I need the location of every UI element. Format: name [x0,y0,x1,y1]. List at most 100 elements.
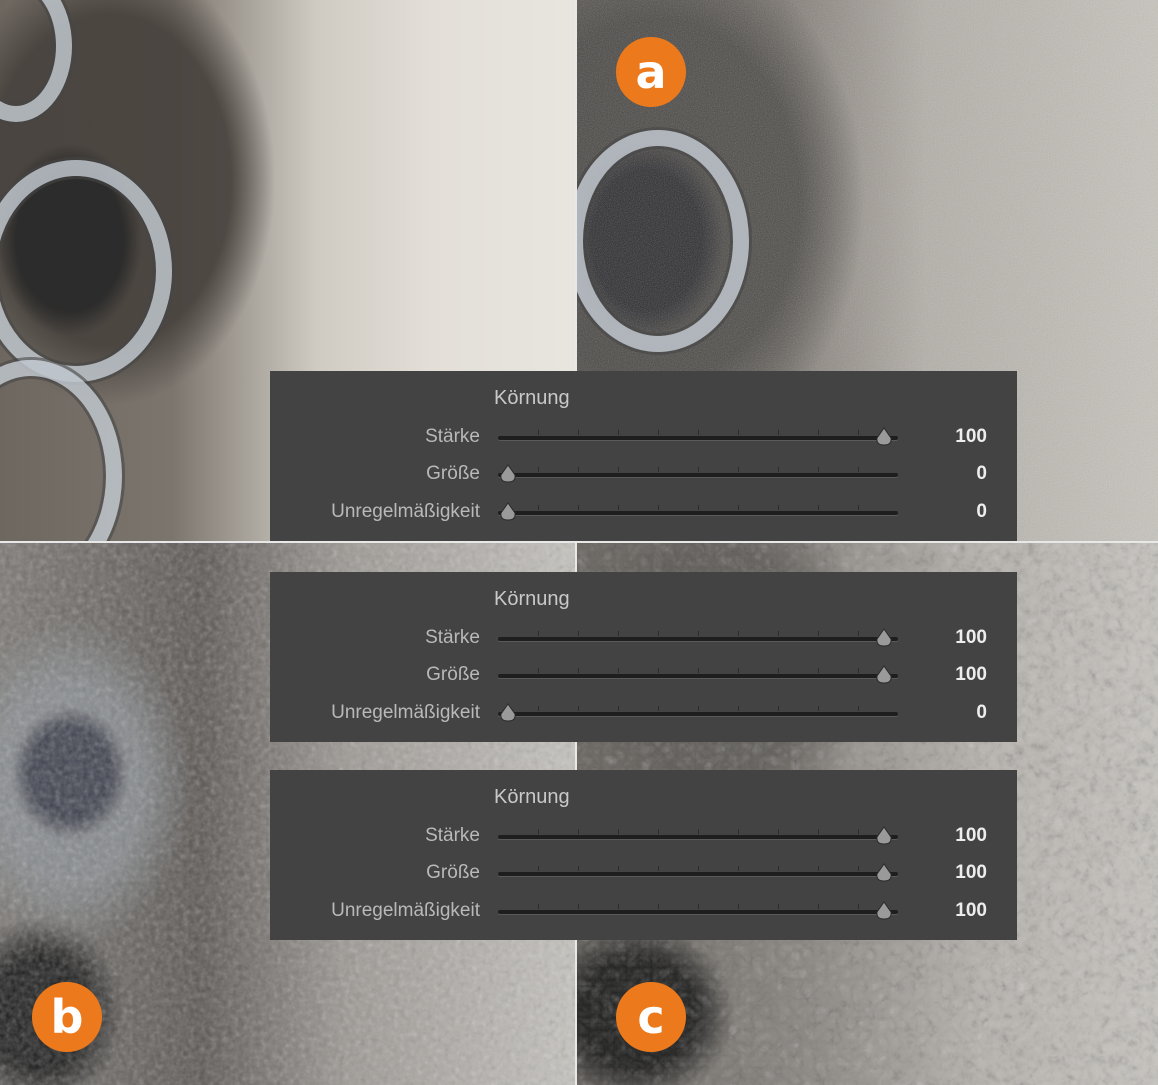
slider-value[interactable]: 0 [976,702,987,724]
slider-thumb-icon[interactable] [874,826,894,846]
slider-track[interactable] [498,467,898,477]
slider-tick [738,668,739,673]
slider-label: Stärke [425,627,480,648]
slider-tick [578,631,579,636]
slider-tick [538,467,539,472]
slider-track[interactable] [498,866,898,876]
slider-tick [698,505,699,510]
slider-tick [578,904,579,909]
slider-tick [738,467,739,472]
slider-tick [698,668,699,673]
slider-track[interactable] [498,631,898,641]
slider-label: Stärke [425,825,480,846]
slider-thumb-icon[interactable] [498,703,518,723]
slider-tick [738,829,739,834]
slider-tick [818,430,819,435]
slider-value[interactable]: 0 [976,463,987,485]
slider-row-amount: Stärke 100 [270,625,1017,653]
slider-tick [818,706,819,711]
slider-tick [658,467,659,472]
slider-tick [818,904,819,909]
slider-row-amount: Stärke 100 [270,823,1017,851]
divider-horizontal [0,541,1158,543]
slider-thumb-icon[interactable] [874,665,894,685]
slider-tick [578,430,579,435]
slider-label: Größe [426,463,480,484]
slider-tick [858,505,859,510]
slider-tick [778,505,779,510]
slider-value[interactable]: 100 [955,825,987,847]
slider-tick [618,866,619,871]
slider-tick [818,866,819,871]
slider-thumb-icon[interactable] [874,628,894,648]
slider-thumb-icon[interactable] [874,901,894,921]
slider-value[interactable]: 100 [955,627,987,649]
slider-row-roughness: Unregelmäßigkeit 0 [270,700,1017,728]
slider-tick [658,866,659,871]
slider-track[interactable] [498,829,898,839]
panel-title: Körnung [494,786,570,808]
slider-tick [578,866,579,871]
slider-track[interactable] [498,430,898,440]
slider-value[interactable]: 100 [955,426,987,448]
slider-tick [698,467,699,472]
slider-tick [538,505,539,510]
slider-tick [858,706,859,711]
slider-row-size: Größe 0 [270,461,1017,489]
slider-tick [658,505,659,510]
slider-row-roughness: Unregelmäßigkeit 0 [270,499,1017,527]
slider-tick [538,430,539,435]
slider-thumb-icon[interactable] [498,464,518,484]
slider-tick [578,829,579,834]
slider-tick [738,706,739,711]
slider-tick [578,505,579,510]
slider-tick [778,430,779,435]
slider-tick [738,430,739,435]
slider-row-size: Größe 100 [270,860,1017,888]
slider-tick [778,467,779,472]
slider-tick [698,706,699,711]
slider-tick [858,430,859,435]
slider-tick [618,904,619,909]
slider-tick [778,706,779,711]
slider-tick [618,430,619,435]
slider-tick [698,866,699,871]
slider-tick [658,904,659,909]
slider-row-amount: Stärke 100 [270,424,1017,452]
slider-tick [778,866,779,871]
slider-value[interactable]: 0 [976,501,987,523]
slider-thumb-icon[interactable] [498,502,518,522]
slider-tick [658,430,659,435]
slider-tick [538,829,539,834]
slider-thumb-icon[interactable] [874,427,894,447]
grain-panel-c: Körnung Stärke 100 Größe 100 Unregelmäßi… [270,770,1017,940]
slider-tick [698,829,699,834]
slider-track[interactable] [498,668,898,678]
slider-tick [858,631,859,636]
slider-track[interactable] [498,505,898,515]
slider-tick [738,631,739,636]
slider-value[interactable]: 100 [955,862,987,884]
slider-label: Unregelmäßigkeit [331,501,480,522]
slider-thumb-icon[interactable] [874,863,894,883]
panel-title: Körnung [494,387,570,409]
slider-tick [778,904,779,909]
label-badge-b: b [32,982,102,1052]
slider-tick [698,631,699,636]
slider-value[interactable]: 100 [955,900,987,922]
slider-label: Größe [426,664,480,685]
slider-tick [778,668,779,673]
slider-tick [858,904,859,909]
slider-tick [858,866,859,871]
slider-track[interactable] [498,706,898,716]
slider-tick [538,904,539,909]
slider-row-roughness: Unregelmäßigkeit 100 [270,898,1017,926]
slider-tick [538,706,539,711]
label-badge-a: a [616,37,686,107]
slider-row-size: Größe 100 [270,662,1017,690]
slider-tick [738,904,739,909]
slider-track[interactable] [498,904,898,914]
slider-tick [778,631,779,636]
slider-value[interactable]: 100 [955,664,987,686]
slider-tick [658,829,659,834]
